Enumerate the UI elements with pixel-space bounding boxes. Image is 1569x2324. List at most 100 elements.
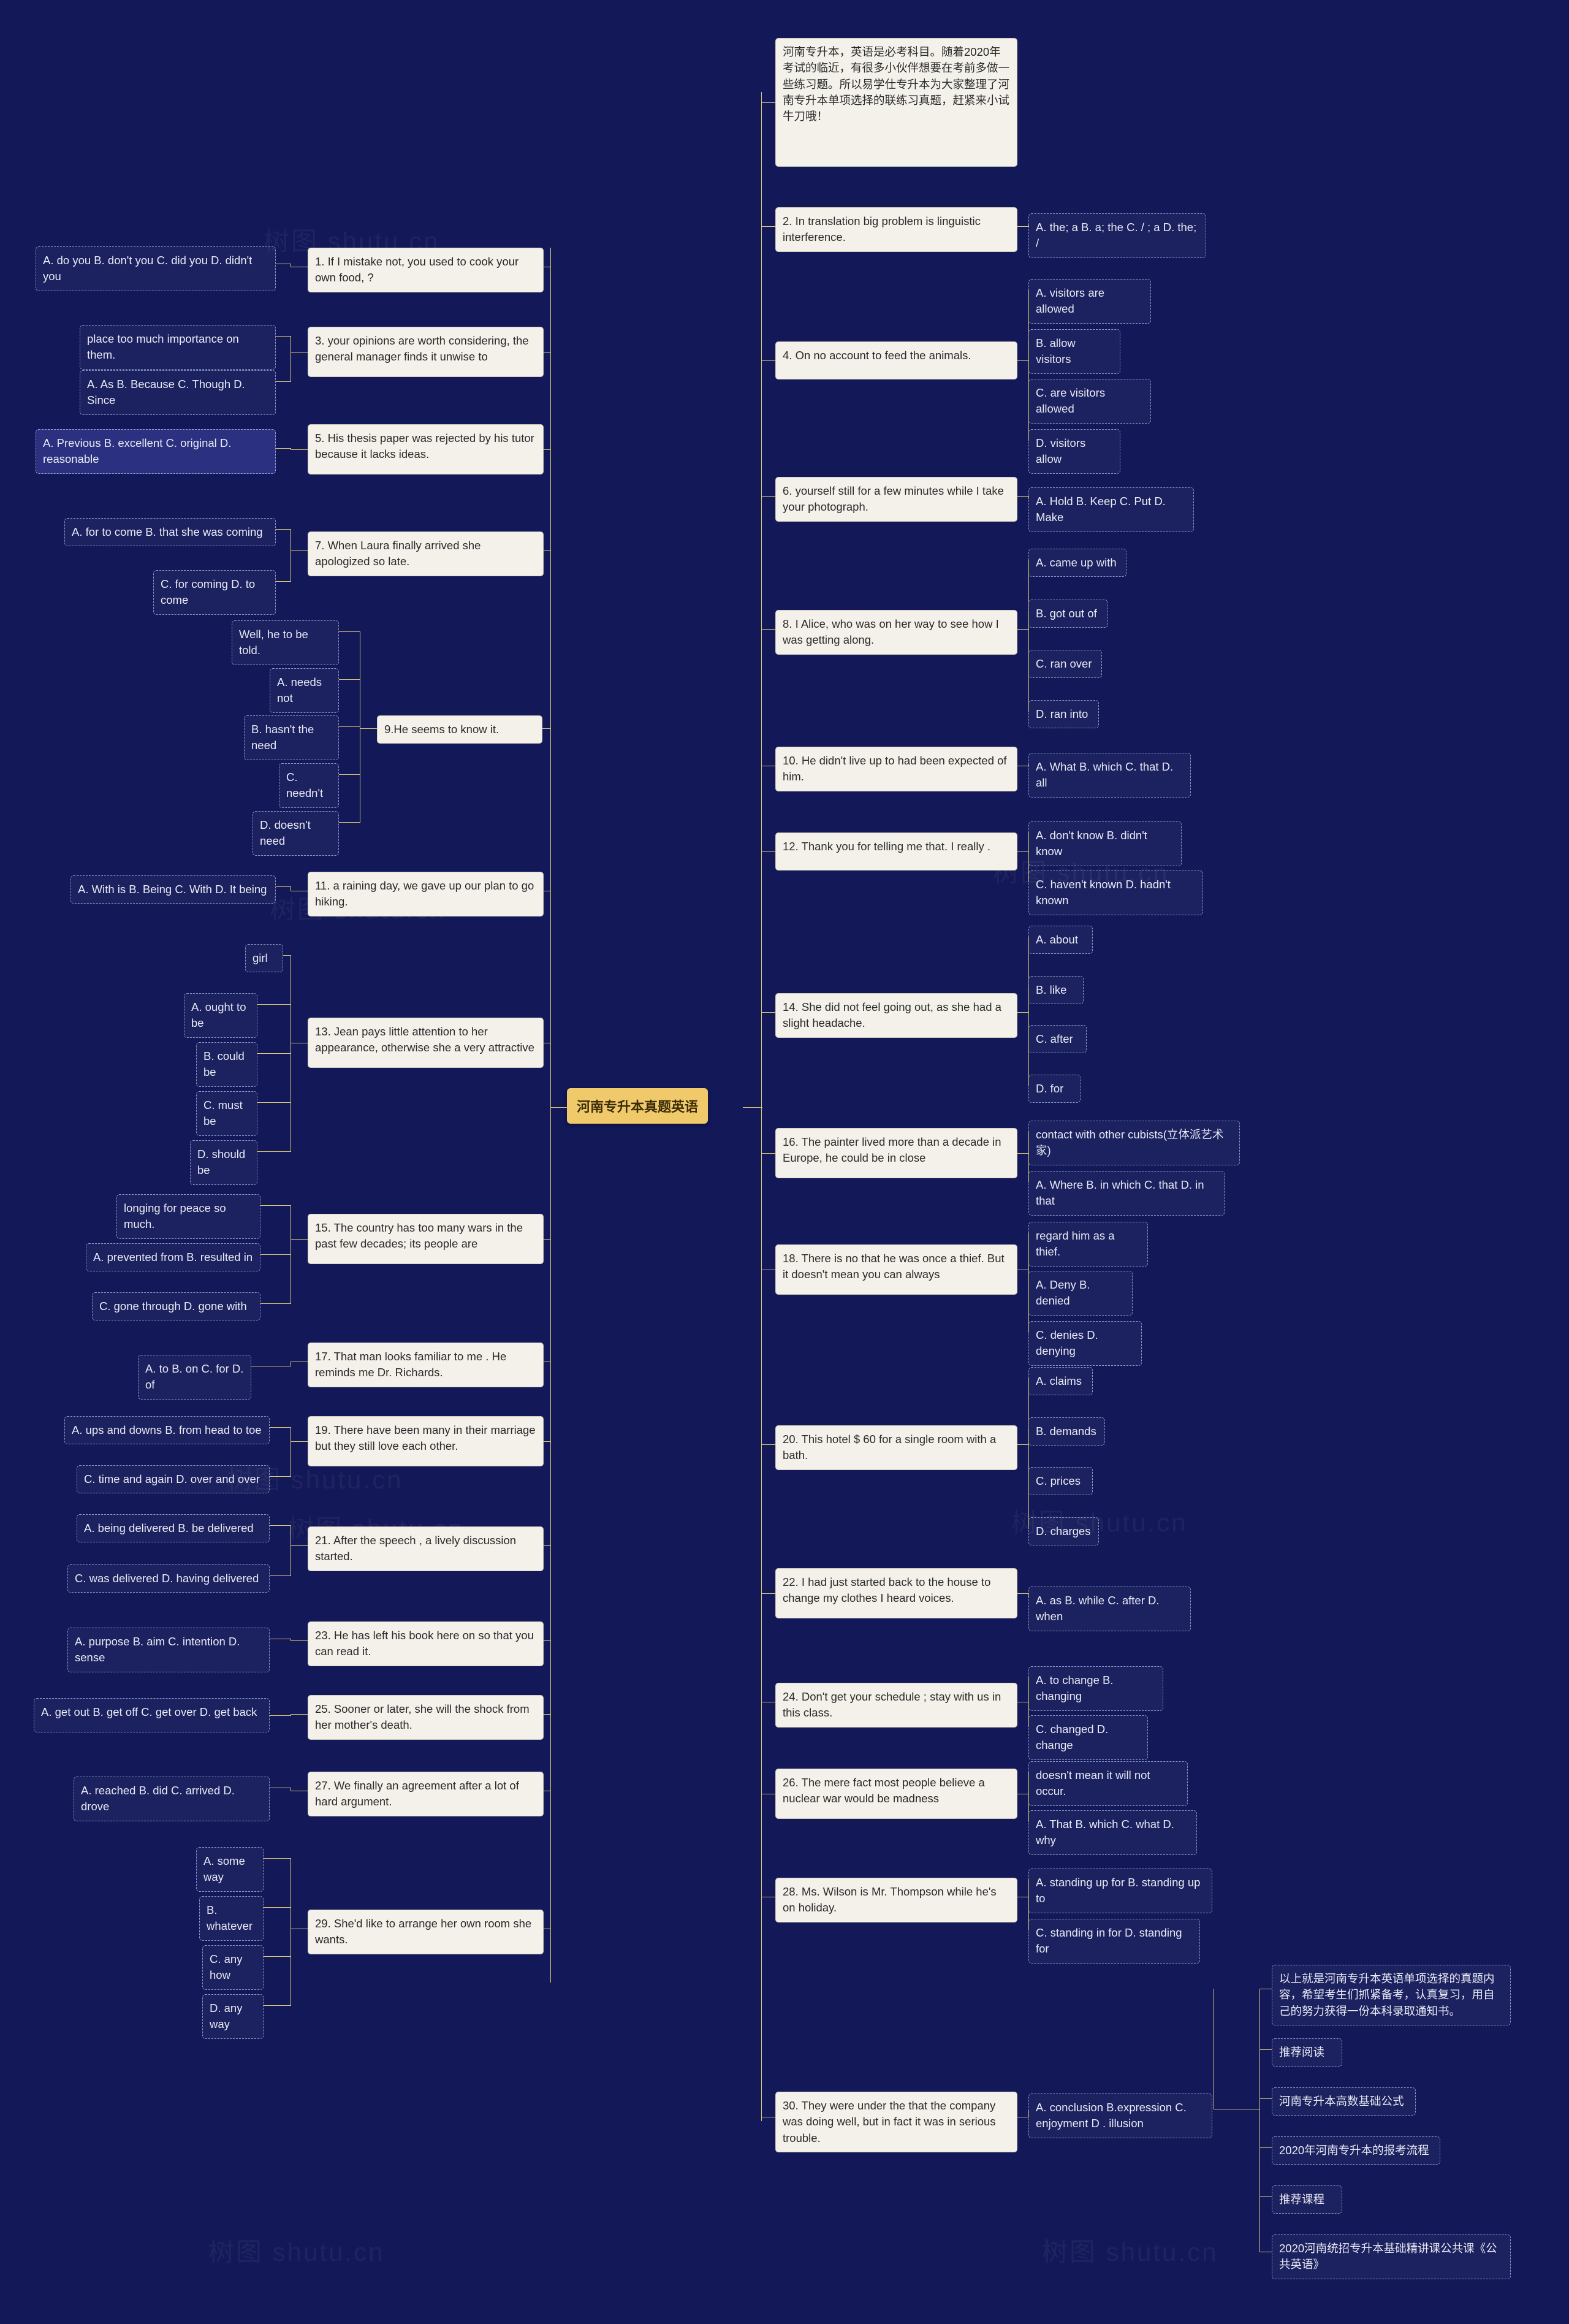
mindmap-stem-node[interactable]: 28. Ms. Wilson is Mr. Thompson while he'… — [775, 1878, 1017, 1922]
mindmap-stem-node[interactable]: 河南专升本，英语是必考科目。随着2020年考试的临近，有很多小伙伴想要在考前多做… — [775, 38, 1017, 167]
mindmap-leaf-node[interactable]: doesn't mean it will not occur. — [1028, 1761, 1188, 1806]
mindmap-stem-node[interactable]: 25. Sooner or later, she will the shock … — [308, 1695, 544, 1740]
mindmap-leaf-node[interactable]: C. prices — [1028, 1467, 1093, 1496]
mindmap-leaf-node[interactable]: B. like — [1028, 976, 1084, 1005]
mindmap-stem-node[interactable]: 22. I had just started back to the house… — [775, 1568, 1017, 1618]
mindmap-stem-node[interactable]: 27. We finally an agreement after a lot … — [308, 1772, 544, 1816]
mindmap-stem-node[interactable]: 5. His thesis paper was rejected by his … — [308, 424, 544, 474]
mindmap-leaf-node[interactable]: D. doesn't need — [253, 811, 339, 856]
mindmap-leaf-node[interactable]: A. do you B. don't you C. did you D. did… — [36, 246, 276, 291]
mindmap-leaf-node[interactable]: A. Hold B. Keep C. Put D. Make — [1028, 487, 1194, 532]
mindmap-stem-node[interactable]: 17. That man looks familiar to me . He r… — [308, 1343, 544, 1387]
mindmap-leaf-node[interactable]: B. whatever — [199, 1896, 264, 1941]
mindmap-leaf-node[interactable]: A. came up with — [1028, 549, 1126, 577]
mindmap-leaf-node[interactable]: D. should be — [190, 1140, 257, 1185]
mindmap-leaf-node[interactable]: A. Where B. in which C. that D. in that — [1028, 1171, 1225, 1216]
mindmap-leaf-node[interactable]: A. ups and downs B. from head to toe — [64, 1416, 270, 1445]
mindmap-leaf-node[interactable]: A. to B. on C. for D. of — [138, 1355, 251, 1400]
mindmap-leaf-node[interactable]: C. time and again D. over and over — [77, 1465, 270, 1494]
mindmap-leaf-node[interactable]: A. conclusion B.expression C. enjoyment … — [1028, 2094, 1212, 2138]
mindmap-leaf-node[interactable]: A. reached B. did C. arrived D. drove — [74, 1777, 270, 1821]
mindmap-leaf-node[interactable]: Well, he to be told. — [232, 620, 339, 665]
mindmap-leaf-node[interactable]: contact with other cubists(立体派艺术家) — [1028, 1121, 1240, 1165]
mindmap-leaf-node[interactable]: C. gone through D. gone with — [92, 1292, 260, 1321]
mindmap-center-topic[interactable]: 河南专升本真题英语 — [567, 1088, 709, 1124]
mindmap-footnote-node[interactable]: 河南专升本高数基础公式 — [1272, 2087, 1416, 2116]
mindmap-leaf-node[interactable]: A. some way — [196, 1847, 264, 1892]
mindmap-stem-node[interactable]: 2. In translation big problem is linguis… — [775, 207, 1017, 252]
mindmap-stem-node[interactable]: 18. There is no that he was once a thief… — [775, 1244, 1017, 1295]
mindmap-leaf-node[interactable]: D. ran into — [1028, 700, 1099, 729]
mindmap-leaf-node[interactable]: C. denies D. denying — [1028, 1321, 1142, 1366]
mindmap-stem-node[interactable]: 3. your opinions are worth considering, … — [308, 327, 544, 377]
mindmap-leaf-node[interactable]: C. after — [1028, 1025, 1087, 1054]
mindmap-stem-node[interactable]: 29. She'd like to arrange her own room s… — [308, 1910, 544, 1954]
mindmap-leaf-node[interactable]: A. being delivered B. be delivered — [77, 1514, 270, 1543]
mindmap-leaf-node[interactable]: B. could be — [196, 1042, 257, 1087]
mindmap-leaf-node[interactable]: place too much importance on them. — [80, 325, 276, 370]
mindmap-leaf-node[interactable]: D. for — [1028, 1075, 1081, 1103]
mindmap-stem-node[interactable]: 24. Don't get your schedule ; stay with … — [775, 1683, 1017, 1728]
mindmap-leaf-node[interactable]: A. That B. which C. what D. why — [1028, 1810, 1197, 1855]
mindmap-stem-node[interactable]: 11. a raining day, we gave up our plan t… — [308, 872, 544, 916]
mindmap-footnote-node[interactable]: 推荐阅读 — [1272, 2038, 1342, 2067]
mindmap-leaf-node[interactable]: A. for to come B. that she was coming — [64, 518, 276, 547]
mindmap-leaf-node[interactable]: A. the; a B. a; the C. / ; a D. the; / — [1028, 213, 1206, 258]
mindmap-leaf-node[interactable]: A. as B. while C. after D. when — [1028, 1587, 1191, 1631]
mindmap-leaf-node[interactable]: longing for peace so much. — [116, 1194, 260, 1239]
mindmap-leaf-node[interactable]: C. must be — [196, 1091, 257, 1136]
mindmap-leaf-node[interactable]: A. standing up for B. standing up to — [1028, 1869, 1212, 1913]
mindmap-leaf-node[interactable]: A. needs not — [270, 668, 339, 713]
mindmap-leaf-node[interactable]: D. charges — [1028, 1517, 1099, 1546]
mindmap-leaf-node[interactable]: A. about — [1028, 926, 1093, 954]
mindmap-leaf-node[interactable]: A. claims — [1028, 1367, 1093, 1396]
mindmap-stem-node[interactable]: 10. He didn't live up to had been expect… — [775, 747, 1017, 791]
mindmap-leaf-node[interactable]: girl — [245, 944, 283, 973]
mindmap-leaf-node[interactable]: B. hasn't the need — [244, 715, 339, 760]
mindmap-leaf-node[interactable]: D. visitors allow — [1028, 429, 1120, 474]
mindmap-stem-node[interactable]: 6. yourself still for a few minutes whil… — [775, 477, 1017, 522]
mindmap-leaf-node[interactable]: A. ought to be — [184, 993, 257, 1038]
mindmap-stem-node[interactable]: 8. I Alice, who was on her way to see ho… — [775, 610, 1017, 655]
mindmap-leaf-node[interactable]: D. any way — [202, 1994, 264, 2039]
mindmap-stem-node[interactable]: 26. The mere fact most people believe a … — [775, 1769, 1017, 1819]
mindmap-leaf-node[interactable]: A. purpose B. aim C. intention D. sense — [67, 1628, 270, 1672]
mindmap-leaf-node[interactable]: C. any how — [202, 1945, 264, 1990]
mindmap-footnote-node[interactable]: 2020河南统招专升本基础精讲课公共课《公共英语》 — [1272, 2234, 1511, 2279]
mindmap-leaf-node[interactable]: A. With is B. Being C. With D. It being — [70, 875, 276, 904]
mindmap-leaf-node[interactable]: A. prevented from B. resulted in — [86, 1243, 260, 1272]
mindmap-stem-node[interactable]: 13. Jean pays little attention to her ap… — [308, 1018, 544, 1068]
mindmap-stem-node[interactable]: 21. After the speech , a lively discussi… — [308, 1526, 544, 1571]
mindmap-stem-node[interactable]: 15. The country has too many wars in the… — [308, 1214, 544, 1264]
mindmap-leaf-node[interactable]: C. standing in for D. standing for — [1028, 1919, 1200, 1964]
mindmap-leaf-node[interactable]: A. to change B. changing — [1028, 1666, 1163, 1711]
mindmap-leaf-node[interactable]: A. Previous B. excellent C. original D. … — [36, 429, 276, 474]
mindmap-stem-node[interactable]: 19. There have been many in their marria… — [308, 1416, 544, 1466]
mindmap-leaf-node[interactable]: C. needn't — [279, 763, 339, 808]
mindmap-leaf-node[interactable]: A. get out B. get off C. get over D. get… — [34, 1698, 270, 1732]
mindmap-leaf-node[interactable]: C. changed D. change — [1028, 1715, 1148, 1760]
mindmap-leaf-node[interactable]: A. visitors are allowed — [1028, 279, 1151, 324]
mindmap-leaf-node[interactable]: regard him as a thief. — [1028, 1222, 1148, 1267]
mindmap-leaf-node[interactable]: C. are visitors allowed — [1028, 379, 1151, 424]
mindmap-footnote-node[interactable]: 以上就是河南专升本英语单项选择的真题内容，希望考生们抓紧备考，认真复习，用自己的… — [1272, 1965, 1511, 2025]
mindmap-leaf-node[interactable]: C. ran over — [1028, 650, 1102, 679]
mindmap-stem-node[interactable]: 7. When Laura finally arrived she apolog… — [308, 531, 544, 576]
mindmap-stem-node[interactable]: 1. If I mistake not, you used to cook yo… — [308, 248, 544, 292]
mindmap-stem-node[interactable]: 14. She did not feel going out, as she h… — [775, 993, 1017, 1038]
mindmap-leaf-node[interactable]: C. was delivered D. having delivered — [67, 1564, 270, 1593]
mindmap-leaf-node[interactable]: A. don't know B. didn't know — [1028, 821, 1182, 866]
mindmap-leaf-node[interactable]: B. got out of — [1028, 600, 1108, 628]
mindmap-stem-node[interactable]: 23. He has left his book here on so that… — [308, 1621, 544, 1666]
mindmap-stem-node[interactable]: 9.He seems to know it. — [377, 715, 542, 744]
mindmap-leaf-node[interactable]: A. Deny B. denied — [1028, 1271, 1133, 1316]
mindmap-stem-node[interactable]: 4. On no account to feed the animals. — [775, 341, 1017, 379]
mindmap-leaf-node[interactable]: A. What B. which C. that D. all — [1028, 753, 1191, 798]
mindmap-leaf-node[interactable]: C. for coming D. to come — [153, 570, 276, 615]
mindmap-footnote-node[interactable]: 推荐课程 — [1272, 2185, 1342, 2214]
mindmap-stem-node[interactable]: 12. Thank you for telling me that. I rea… — [775, 832, 1017, 871]
mindmap-leaf-node[interactable]: B. allow visitors — [1028, 329, 1120, 374]
mindmap-stem-node[interactable]: 30. They were under the that the company… — [775, 2092, 1017, 2152]
mindmap-leaf-node[interactable]: A. As B. Because C. Though D. Since — [80, 370, 276, 415]
mindmap-stem-node[interactable]: 20. This hotel $ 60 for a single room wi… — [775, 1425, 1017, 1470]
